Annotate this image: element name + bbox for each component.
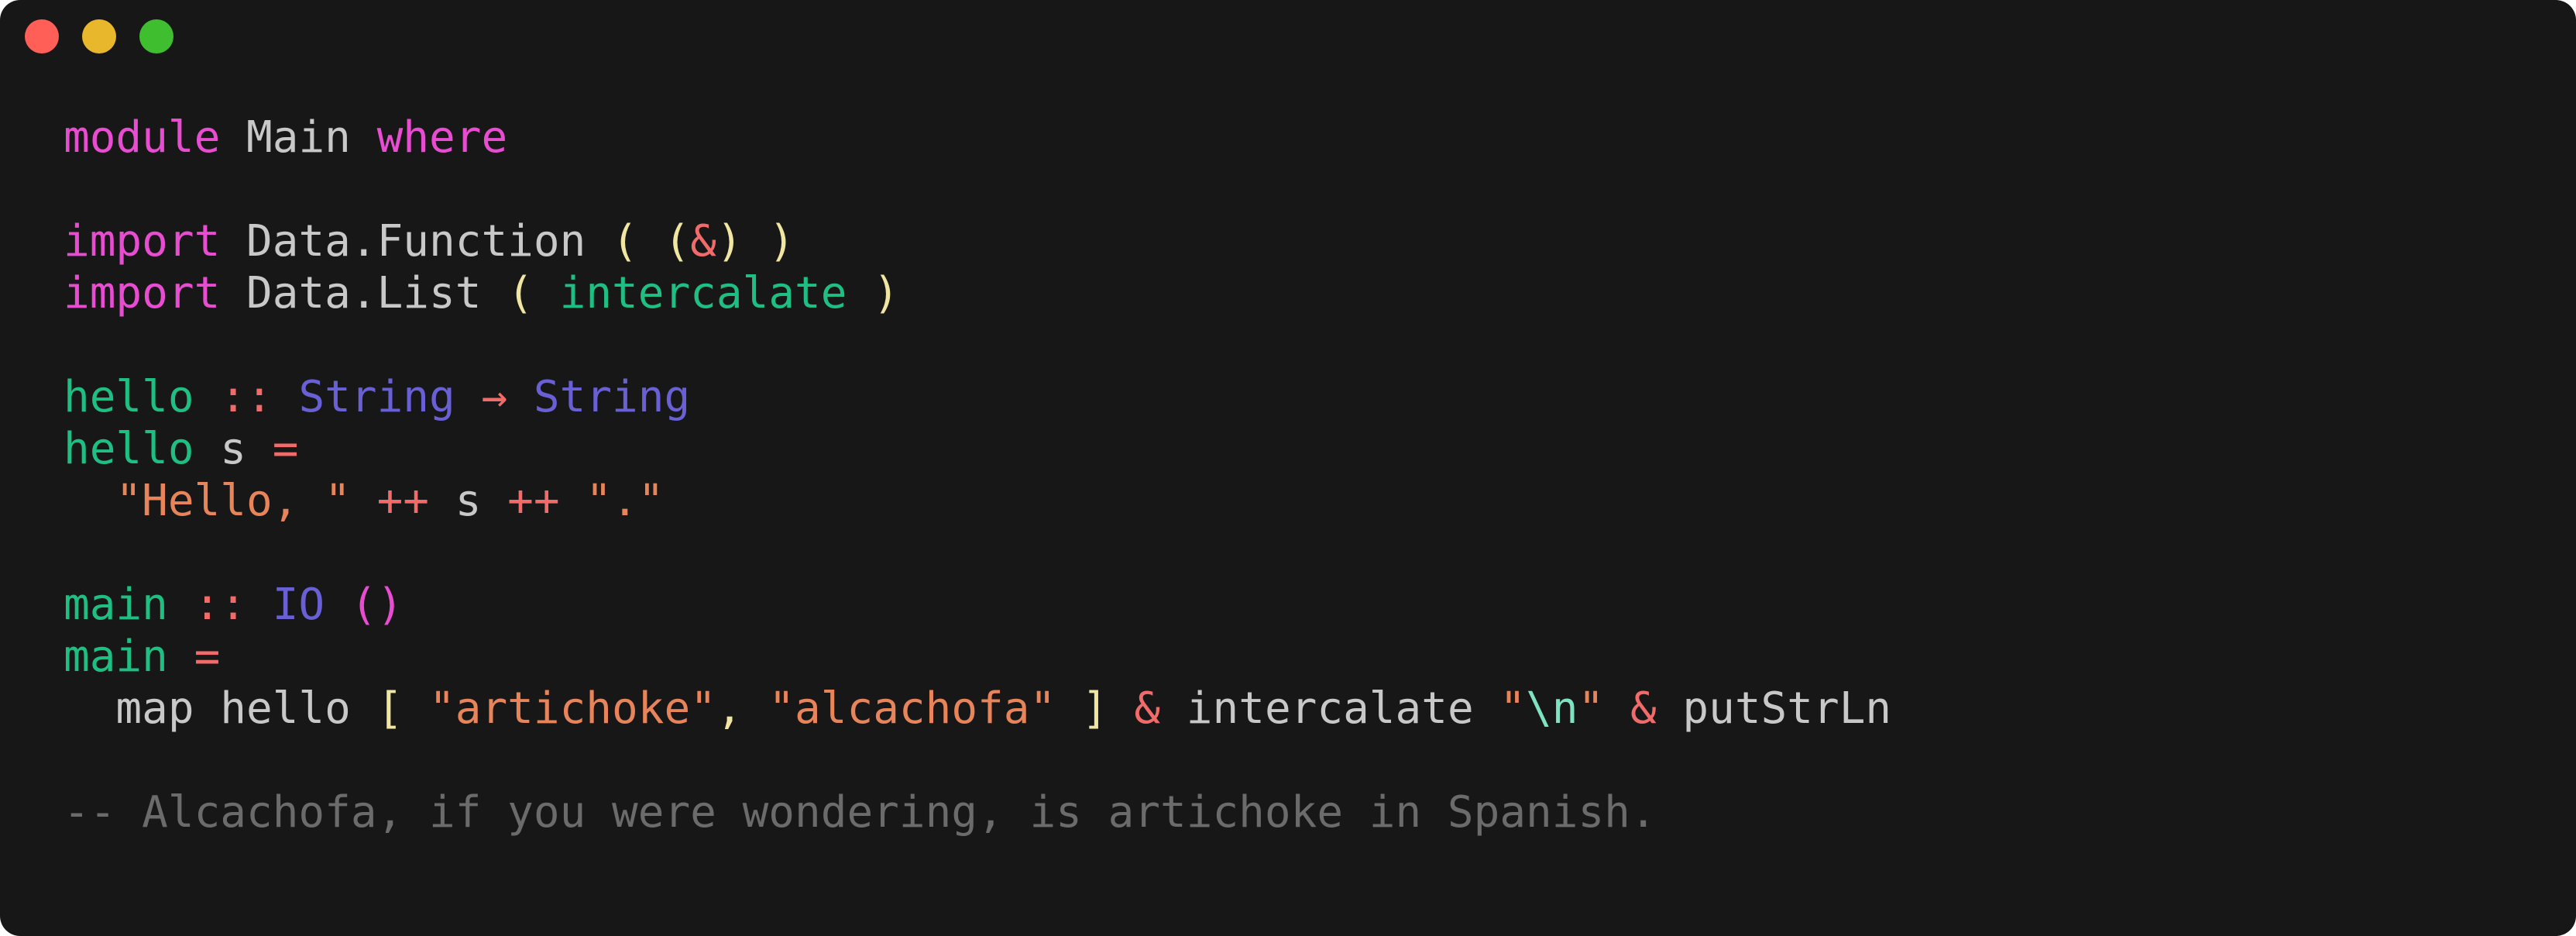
code-token: String (298, 372, 455, 422)
code-window: module Main where import Data.Function ( … (0, 0, 2576, 936)
code-token: "Hello, " (115, 476, 351, 526)
code-line: -- Alcachofa, if you were wondering, is … (64, 786, 1891, 838)
code-token: hello (64, 372, 194, 422)
code-line: module Main where (64, 112, 1891, 163)
code-token: ) (847, 268, 899, 318)
code-line: main = (64, 631, 1891, 683)
code-token: → (455, 372, 534, 422)
code-token: String (533, 372, 691, 422)
code-block: module Main where import Data.Function ( … (64, 112, 1891, 838)
code-token: IO (272, 580, 325, 630)
minimize-button[interactable] (82, 19, 116, 53)
window-controls (25, 19, 173, 53)
code-token: & (1108, 683, 1187, 734)
code-token: "artichoke" (429, 683, 716, 734)
code-token: s (194, 424, 273, 474)
code-token: Data.Function (220, 216, 613, 267)
code-token: import (64, 268, 221, 318)
code-token: ) ) (716, 216, 795, 267)
code-token: intercalate (1186, 683, 1500, 734)
code-token: ++ (350, 476, 455, 526)
code-token: -- Alcachofa, if you were wondering, is … (64, 787, 1657, 838)
code-line: map hello [ "artichoke", "alcachofa" ] &… (64, 683, 1891, 735)
code-token: Data.List (220, 268, 508, 318)
code-token: map hello (64, 683, 377, 734)
maximize-button[interactable] (139, 19, 173, 53)
code-token: import (64, 216, 221, 267)
code-line: main :: IO () (64, 579, 1891, 631)
code-token: ++ (481, 476, 586, 526)
code-token: module (64, 112, 221, 163)
code-token: ( (507, 268, 560, 318)
code-token: main (64, 631, 168, 682)
close-button[interactable] (25, 19, 59, 53)
code-token: intercalate (559, 268, 847, 318)
code-token: [ (376, 683, 404, 734)
code-token: :: (167, 580, 273, 630)
code-token: s (455, 476, 482, 526)
code-token: , (716, 683, 769, 734)
code-token: hello (64, 424, 194, 474)
code-token: = (167, 631, 221, 682)
code-line: import Data.Function ( (&) ) (64, 215, 1891, 267)
code-token: () (325, 580, 404, 630)
code-token: "alcachofa" (768, 683, 1056, 734)
code-token: :: (194, 372, 299, 422)
code-line: "Hello, " ++ s ++ "." (64, 475, 1891, 527)
code-line: import Data.List ( intercalate ) (64, 267, 1891, 319)
code-token: = (272, 424, 299, 474)
code-token: ( ( (612, 216, 691, 267)
code-token: where (376, 112, 508, 163)
code-token: ] (1081, 683, 1108, 734)
code-line: hello s = (64, 423, 1891, 475)
code-token: "." (586, 476, 665, 526)
code-token: main (64, 580, 168, 630)
code-token: & (690, 216, 716, 267)
code-line: hello :: String → String (64, 371, 1891, 423)
code-token: \n (1526, 683, 1578, 734)
code-token: Main (220, 112, 377, 163)
code-token: " (1578, 683, 1605, 734)
code-token: putStrLn (1682, 683, 1892, 734)
code-token: " (1499, 683, 1527, 734)
code-token: & (1604, 683, 1683, 734)
